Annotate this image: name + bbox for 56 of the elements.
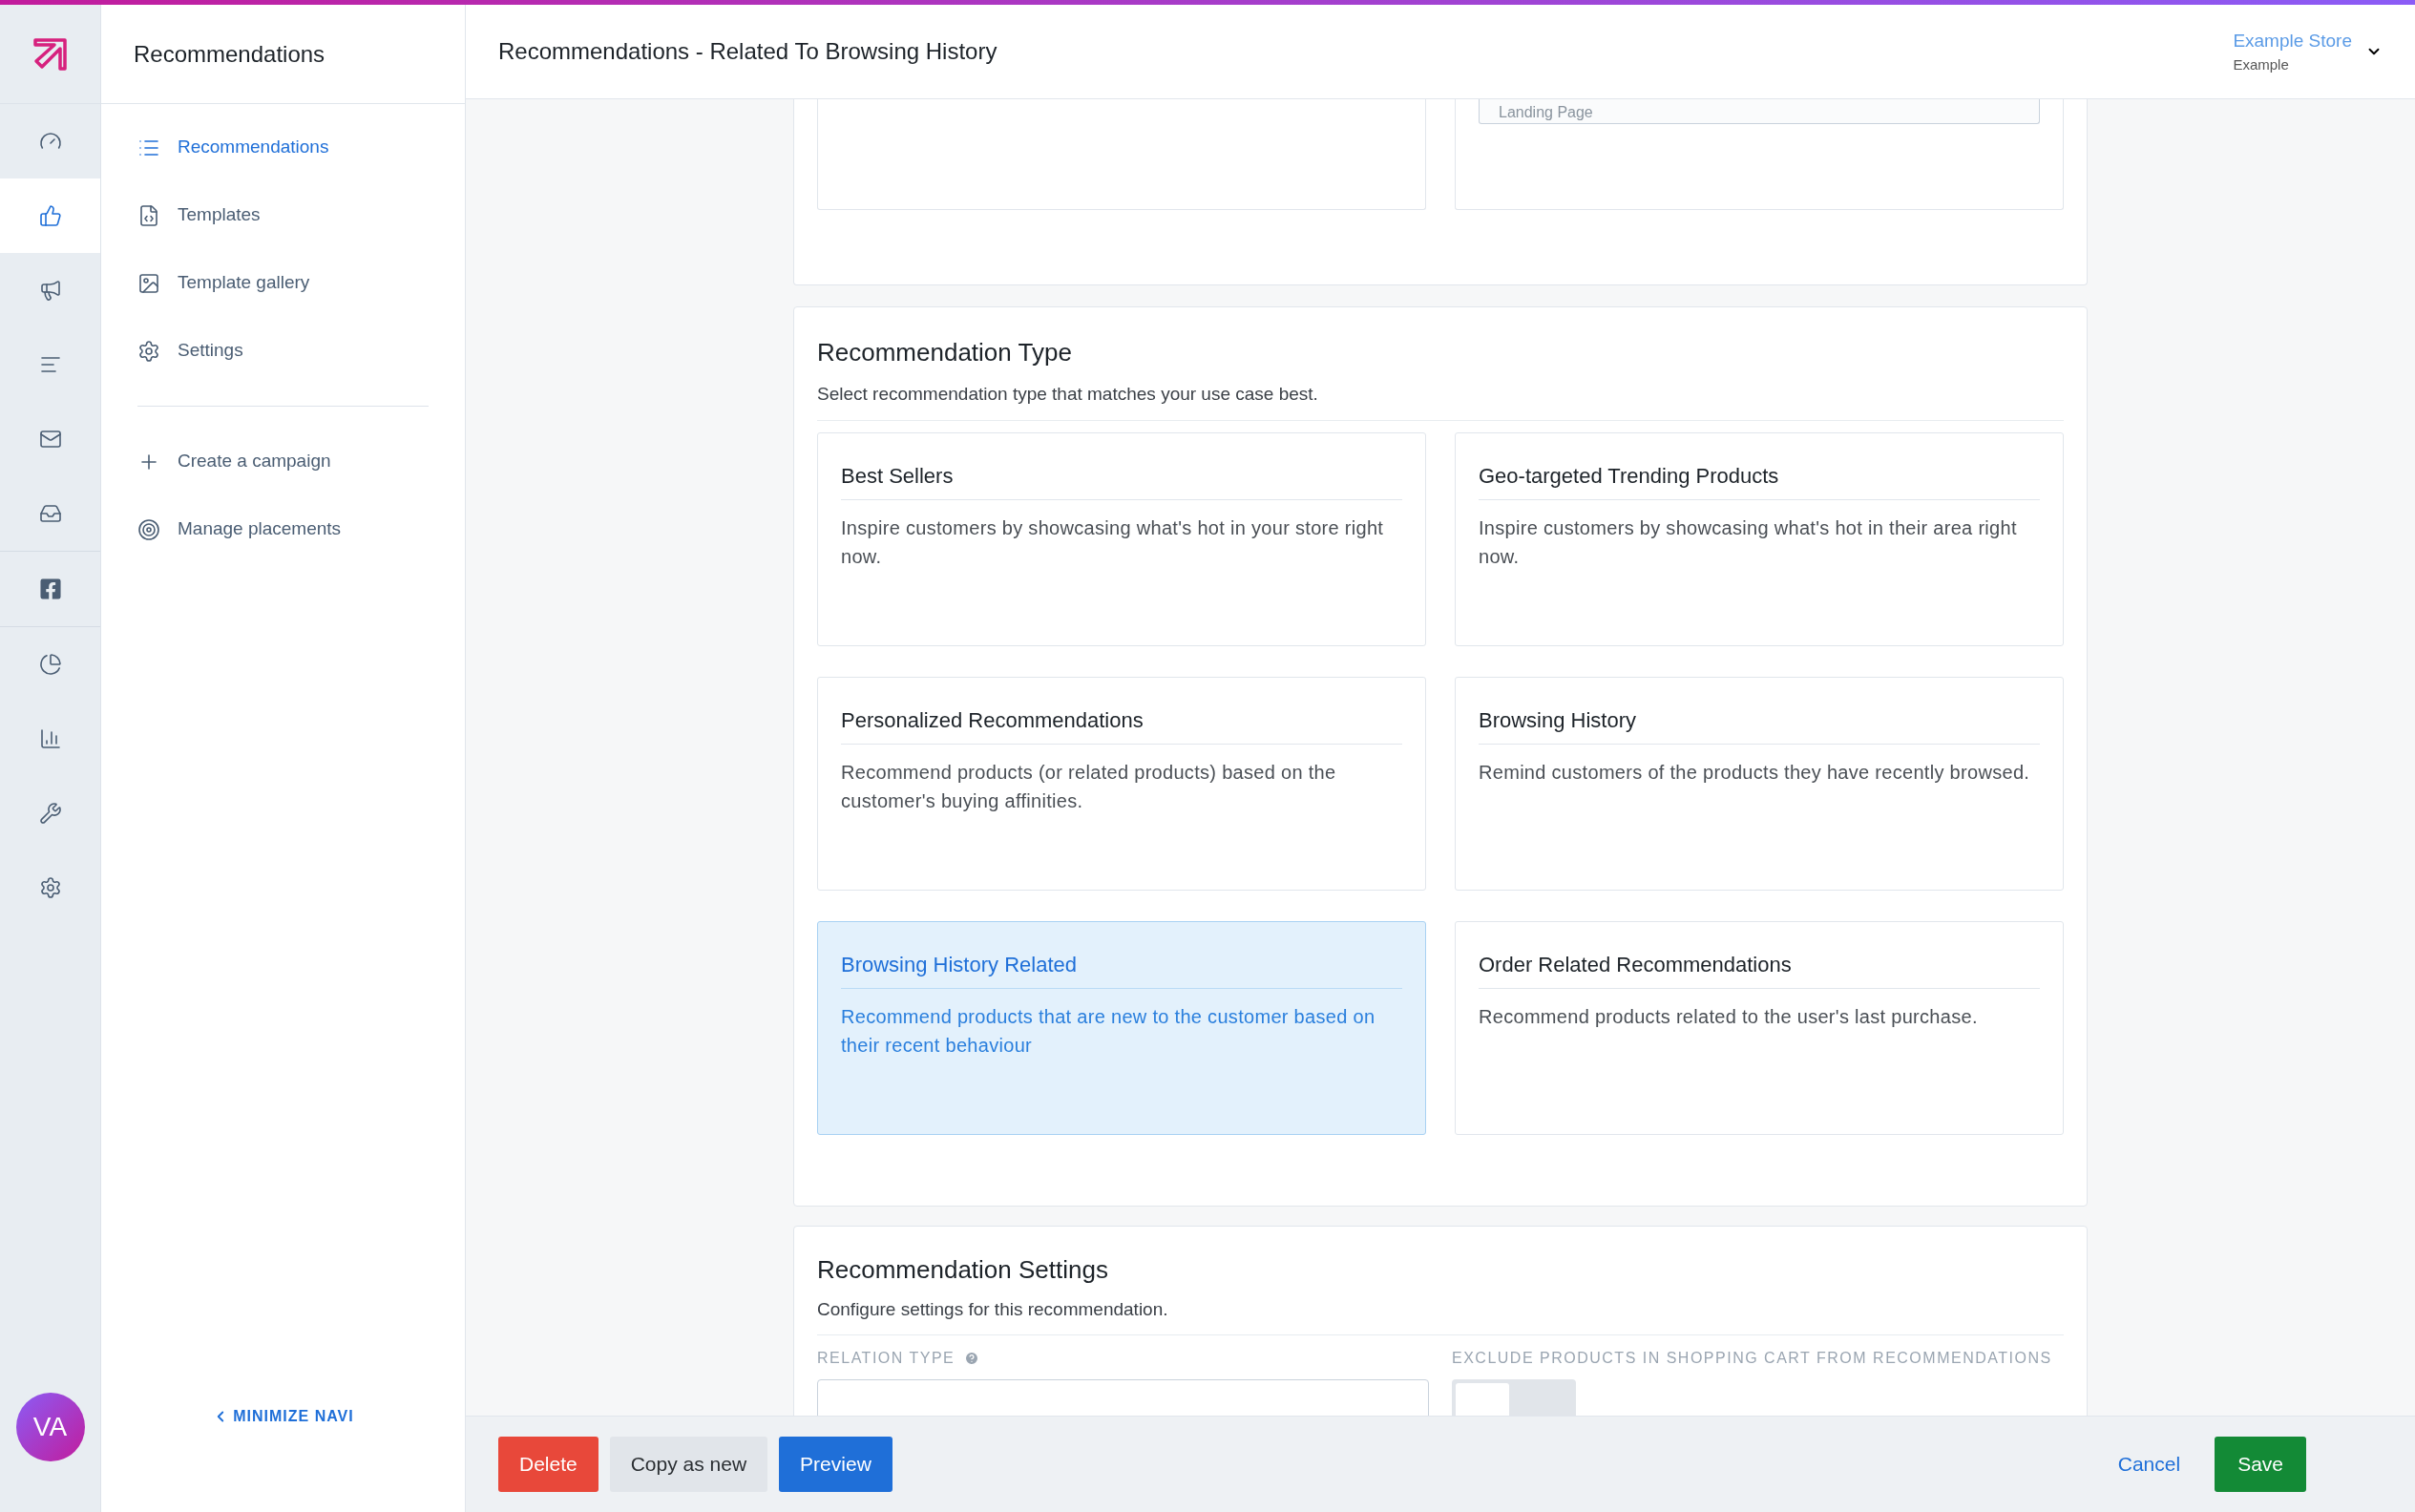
- option-title: Order Related Recommendations: [1479, 948, 2040, 989]
- store-switcher[interactable]: Example Store Example: [2233, 27, 2383, 76]
- wrench-icon: [38, 802, 62, 825]
- option-description: Recommend products related to the user's last purchase.: [1479, 1004, 1979, 1029]
- help-icon[interactable]: [964, 1351, 980, 1366]
- image-icon: [137, 271, 160, 295]
- thumbs-up-icon: [38, 204, 62, 227]
- settings-icon: [38, 876, 62, 899]
- sidebar-item[interactable]: Settings: [137, 317, 429, 385]
- option-card[interactable]: Personalized Recommendations Recommend products (or related products) based on the customer's buying affinities.: [817, 676, 1426, 891]
- option-title: Browsing History Related: [841, 948, 1402, 989]
- footer-button[interactable]: Preview: [779, 1437, 892, 1492]
- inbox-icon: [38, 502, 62, 525]
- cancel-link[interactable]: Cancel: [2094, 1449, 2204, 1480]
- option-title: Browsing History: [1479, 704, 2040, 745]
- target-icon: [137, 517, 160, 541]
- option-description: Inspire customers by showcasing what's hot in their area right now.: [1479, 515, 2018, 569]
- option-card[interactable]: Order Related Recommendations Recommend products related to the user's last purchase.: [1455, 920, 2064, 1135]
- sidebar-title: Recommendations: [134, 39, 326, 69]
- section-title: Recommendation Type: [817, 337, 1073, 368]
- pie-chart-icon: [38, 653, 62, 676]
- sidebar-item[interactable]: Templates: [137, 181, 429, 249]
- option-description: Recommend products that are new to the customer based on their recent behaviour: [841, 1004, 1376, 1058]
- option-title: Geo-targeted Trending Products: [1479, 459, 2040, 500]
- footer-button[interactable]: Delete: [498, 1437, 598, 1492]
- settings-icon: [137, 339, 160, 363]
- option-title: Best Sellers: [841, 459, 1402, 500]
- option-card[interactable]: Browsing History Remind customers of the products they have recently browsed.: [1455, 676, 2064, 891]
- section-title: Recommendation Settings: [817, 1253, 1109, 1286]
- field-label: EXCLUDE PRODUCTS IN SHOPPING CART FROM RECOMMENDATIONS: [1452, 1349, 2052, 1368]
- exclude-toggle[interactable]: [1452, 1379, 1576, 1416]
- sidebar-action[interactable]: Manage placements: [137, 495, 429, 563]
- sidebar-item[interactable]: Template gallery: [137, 249, 429, 317]
- option-description: Inspire customers by showcasing what's hot in your store right now.: [841, 515, 1385, 569]
- megaphone-icon: [38, 279, 62, 302]
- logo-icon[interactable]: [32, 36, 69, 72]
- user-avatar[interactable]: VA: [15, 1393, 85, 1461]
- option-card[interactable]: Browsing History Related Recommend products that are new to the customer based on their recent behaviour: [817, 920, 1426, 1135]
- option-card[interactable]: Best Sellers Inspire customers by showcasing what's hot in your store right now.: [817, 431, 1426, 646]
- option-card[interactable]: Geo-targeted Trending Products Inspire customers by showcasing what's hot in their area right now.: [1455, 431, 2064, 646]
- footer-button[interactable]: Copy as new: [609, 1437, 768, 1492]
- bar-chart-icon: [38, 727, 62, 750]
- option-description: Recommend products (or related products) based on the customer's buying affinities.: [841, 760, 1337, 813]
- option-description: Remind customers of the products they have recently browsed.: [1479, 760, 2031, 785]
- field-label: RELATION TYPE: [817, 1349, 956, 1368]
- section-subtitle: Select recommendation type that matches your use case best.: [817, 381, 2064, 421]
- mail-icon: [38, 428, 62, 451]
- facebook-icon: [38, 578, 62, 600]
- section-subtitle: Configure settings for this recommendation.: [817, 1295, 2064, 1335]
- minimize-navi-link[interactable]: MINIMIZE NAVI: [212, 1405, 354, 1428]
- page-title: Recommendations - Related To Browsing History: [498, 37, 998, 66]
- sidebar-item[interactable]: Recommendations: [137, 114, 429, 181]
- option-title: Personalized Recommendations: [841, 704, 1402, 745]
- file-code-icon: [137, 203, 160, 227]
- save-button[interactable]: Save: [2215, 1437, 2306, 1492]
- sidebar-action[interactable]: Create a campaign: [137, 428, 429, 495]
